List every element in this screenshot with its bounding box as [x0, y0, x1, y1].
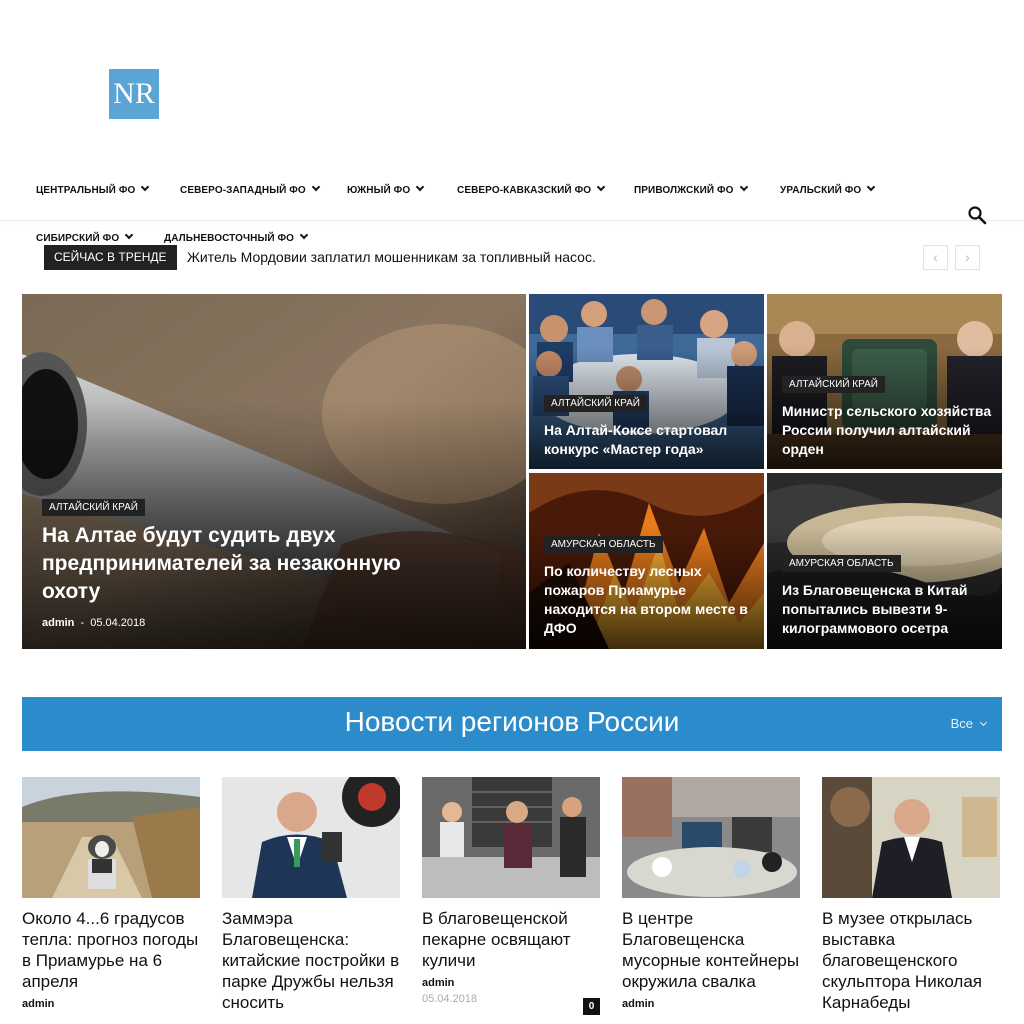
chevron-down-icon	[311, 182, 321, 192]
news-card-image[interactable]	[622, 777, 800, 898]
category-tag[interactable]: Алтайский край	[782, 376, 885, 393]
nav-item-central[interactable]: Центральный ФО	[36, 182, 150, 196]
post-meta: admin - 05.04.2018	[42, 617, 145, 629]
nav-item-label: Северо-Западный ФО	[180, 185, 306, 196]
news-card[interactable]: Заммэра Благовещенска: китайские построй…	[222, 777, 400, 1013]
nav-item-label: Центральный ФО	[36, 185, 136, 196]
news-card-title[interactable]: Заммэра Благовещенска: китайские построй…	[222, 908, 400, 1013]
featured-tile[interactable]: Амурская область Из Благовещенска в Кита…	[767, 473, 1002, 649]
news-card-image[interactable]	[822, 777, 1000, 898]
site-logo[interactable]: NR	[109, 69, 159, 119]
section-title: Новости регионов России	[344, 706, 680, 737]
nav-item-siberia[interactable]: Сибирский ФО	[36, 230, 134, 244]
post-author[interactable]: admin	[42, 617, 74, 629]
dog-photo	[22, 777, 200, 898]
featured-tile[interactable]: Амурская область По количеству лесных по…	[529, 473, 764, 649]
chevron-down-icon	[739, 182, 748, 192]
category-tag[interactable]: Амурская область	[544, 536, 663, 553]
featured-title[interactable]: На Алтае будут судить двух предпринимате…	[42, 522, 462, 606]
news-card-author[interactable]: admin	[22, 998, 200, 1010]
trending-next-button[interactable]: ›	[955, 245, 980, 270]
news-card[interactable]: В благовещенской пекарне освящают куличи…	[422, 777, 600, 1015]
trending-badge: СЕЙЧАС В ТРЕНДЕ	[44, 245, 177, 270]
news-card-author[interactable]: admin	[622, 998, 800, 1010]
nav-item-northwest[interactable]: Северо-Западный ФО	[180, 182, 321, 196]
featured-title[interactable]: По количеству лесных пожаров Приамурье н…	[544, 562, 754, 638]
search-icon[interactable]	[967, 205, 987, 225]
nav-item-label: Северо-Кавказский ФО	[457, 185, 592, 196]
nav-item-label: Сибирский ФО	[36, 233, 120, 244]
section-filter-dropdown[interactable]: Все	[950, 716, 988, 731]
featured-title[interactable]: Из Благовещенска в Китай попытались выве…	[782, 581, 992, 638]
interview-photo	[222, 777, 400, 898]
news-card-date: 05.04.2018	[422, 993, 478, 1005]
news-card[interactable]: В центре Благовещенска мусорные контейне…	[622, 777, 800, 1010]
nav-item-volga[interactable]: Приволжский ФО	[634, 182, 748, 196]
nav-item-label: Дальневосточный ФО	[164, 233, 295, 244]
news-card[interactable]: Около 4...6 градусов тепла: прогноз пого…	[22, 777, 200, 1010]
news-card-image[interactable]	[422, 777, 600, 898]
nav-item-north-caucasus[interactable]: Северо-Кавказский ФО	[457, 182, 606, 196]
featured-main-tile[interactable]: Алтайский край На Алтае будут судить дву…	[22, 294, 526, 649]
nav-item-south[interactable]: Южный ФО	[347, 182, 425, 196]
meta-separator: -	[80, 617, 85, 629]
news-card-author[interactable]: admin	[422, 977, 600, 989]
featured-tile[interactable]: Алтайский край На Алтай-Коксе стартовал …	[529, 294, 764, 469]
trending-headline[interactable]: Житель Мордовии заплатил мошенникам за т…	[187, 249, 596, 265]
featured-title[interactable]: Министр сельского хозяйства России получ…	[782, 402, 992, 459]
chevron-down-icon	[124, 230, 134, 240]
chevron-down-icon	[979, 718, 988, 727]
chevron-down-icon	[867, 182, 876, 192]
news-card-image[interactable]	[22, 777, 200, 898]
trending-prev-button[interactable]: ‹	[923, 245, 948, 270]
nav-item-far-east[interactable]: Дальневосточный ФО	[164, 230, 309, 244]
comment-count-badge[interactable]: 0	[583, 998, 600, 1015]
news-card-title[interactable]: В центре Благовещенска мусорные контейне…	[622, 908, 800, 992]
section-header: Новости регионов России Все	[22, 697, 1002, 751]
bakery-photo	[422, 777, 600, 898]
news-card-image[interactable]	[222, 777, 400, 898]
filter-label: Все	[950, 716, 973, 731]
nav-item-label: Уральский ФО	[780, 185, 862, 196]
post-date: 05.04.2018	[90, 617, 146, 629]
category-tag[interactable]: Амурская область	[782, 555, 901, 572]
featured-tile[interactable]: Алтайский край Министр сельского хозяйст…	[767, 294, 1002, 469]
featured-title[interactable]: На Алтай-Коксе стартовал конкурс «Мастер…	[544, 421, 754, 459]
nav-divider	[0, 220, 1024, 221]
nav-item-ural[interactable]: Уральский ФО	[780, 182, 876, 196]
news-card[interactable]: В музее открылась выставка благовещенско…	[822, 777, 1000, 1013]
nav-item-label: Южный ФО	[347, 185, 411, 196]
chevron-down-icon	[415, 182, 425, 192]
museum-photo	[822, 777, 1000, 898]
trash-photo	[622, 777, 800, 898]
chevron-down-icon	[141, 182, 150, 192]
nav-item-label: Приволжский ФО	[634, 185, 734, 196]
chevron-down-icon	[299, 230, 309, 240]
news-card-title[interactable]: В музее открылась выставка благовещенско…	[822, 908, 1000, 1013]
category-tag[interactable]: Алтайский край	[42, 499, 145, 516]
category-tag[interactable]: Алтайский край	[544, 395, 647, 412]
news-card-title[interactable]: Около 4...6 градусов тепла: прогноз пого…	[22, 908, 200, 992]
chevron-down-icon	[596, 182, 606, 192]
news-card-title[interactable]: В благовещенской пекарне освящают куличи	[422, 908, 600, 971]
